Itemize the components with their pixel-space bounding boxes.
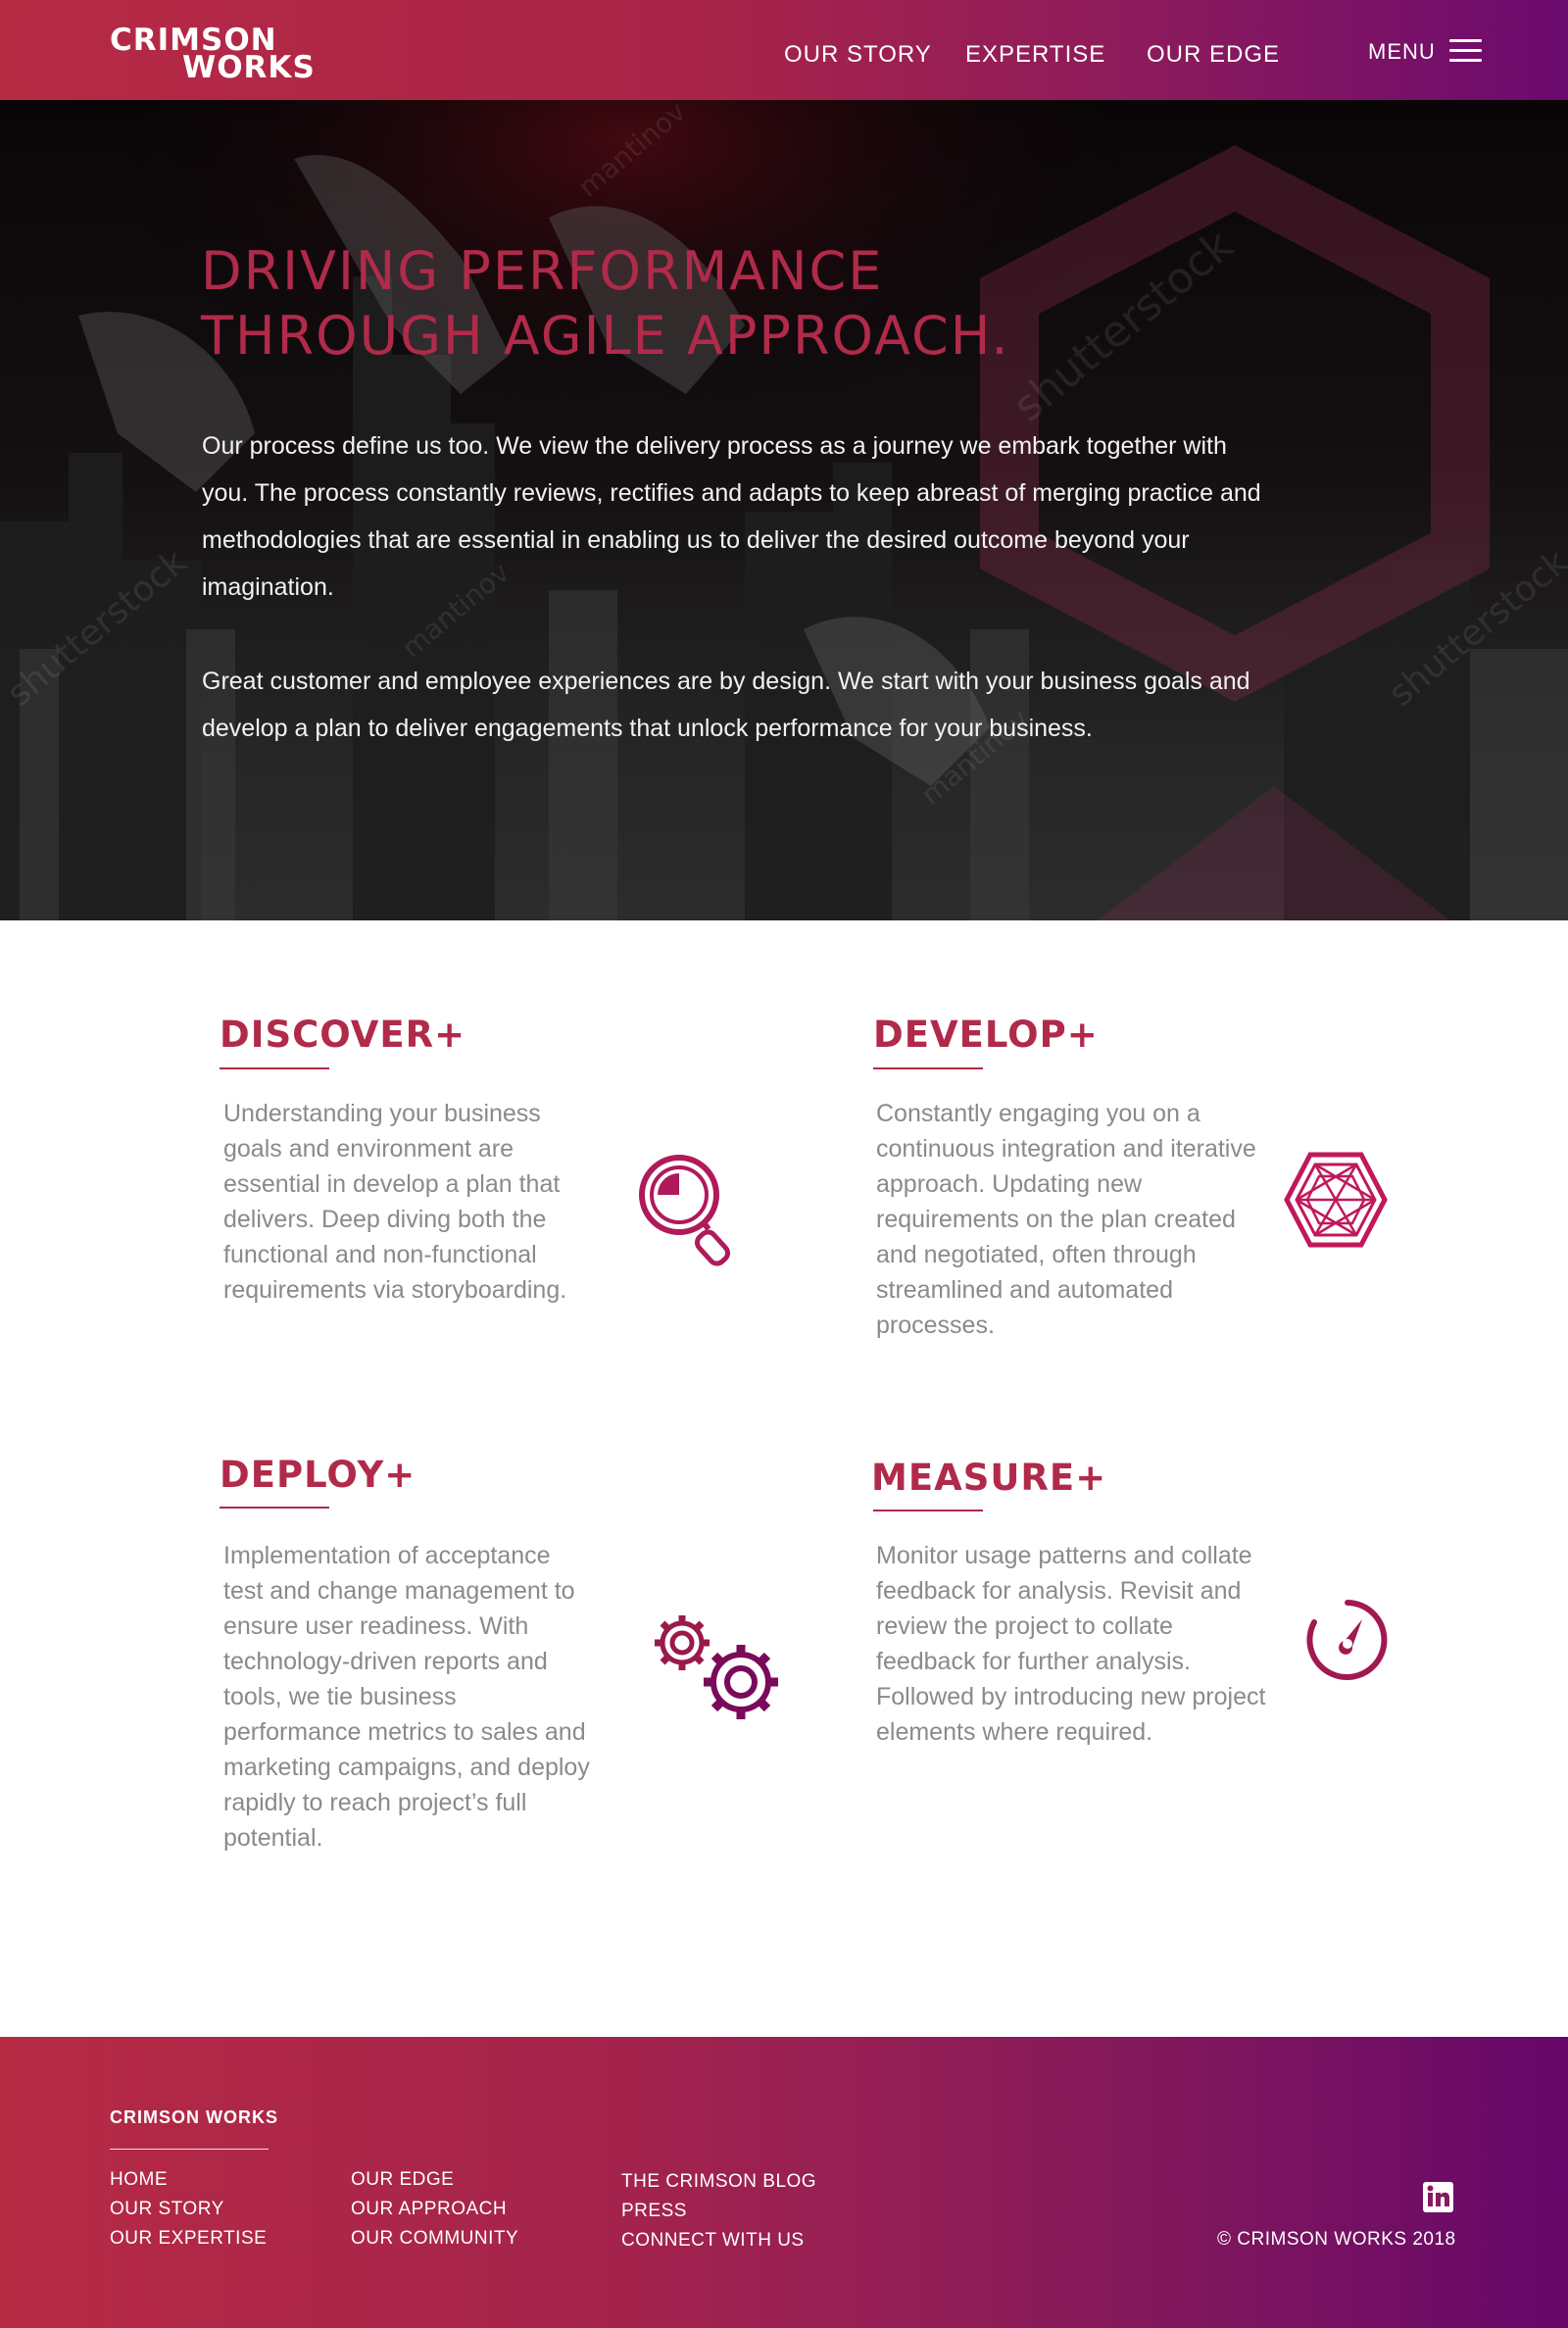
service-description: Understanding your business goals and en…	[223, 1100, 567, 1304]
hero-paragraph-1: Our process define us too. We view the d…	[202, 432, 1261, 601]
hero-title: DRIVING PERFORMANCE THROUGH AGILE APPROA…	[201, 239, 1010, 369]
logo-line2: WORKS	[182, 50, 316, 85]
hero-title-line2: THROUGH AGILE APPROACH.	[201, 305, 1010, 367]
nav-our-story[interactable]: OUR STORY	[784, 41, 932, 69]
hero-title-line1: DRIVING PERFORMANCE	[201, 240, 884, 302]
footer-links-col3: THE CRIMSON BLOG PRESS CONNECT WITH US	[621, 2167, 816, 2255]
service-divider	[220, 1067, 329, 1069]
footer-link-press[interactable]: PRESS	[621, 2197, 816, 2226]
hexagon-network-icon	[1284, 1152, 1388, 1248]
site-header: CRIMSON WORKS OUR STORY EXPERTISE OUR ED…	[0, 0, 1568, 100]
service-description: Constantly engaging you on a continuous …	[876, 1100, 1256, 1339]
linkedin-icon[interactable]	[1423, 2182, 1453, 2212]
service-description: Monitor usage patterns and collate feedb…	[876, 1542, 1266, 1746]
service-description: Implementation of acceptance test and ch…	[223, 1542, 590, 1852]
nav-our-edge[interactable]: OUR EDGE	[1147, 41, 1280, 69]
footer-link-our-community[interactable]: OUR COMMUNITY	[351, 2224, 518, 2254]
logo[interactable]: CRIMSON WORKS	[110, 25, 316, 83]
footer-link-our-story[interactable]: OUR STORY	[110, 2195, 267, 2224]
service-title: DEVELOP+	[873, 1014, 1099, 1056]
footer-link-our-approach[interactable]: OUR APPROACH	[351, 2195, 518, 2224]
service-divider	[873, 1510, 983, 1511]
gears-icon	[655, 1615, 778, 1719]
hero-paragraph-2: Great customer and employee experiences …	[202, 668, 1250, 742]
footer-links-col2: OUR EDGE OUR APPROACH OUR COMMUNITY	[351, 2165, 518, 2254]
nav-expertise[interactable]: EXPERTISE	[965, 41, 1105, 69]
footer-link-our-edge[interactable]: OUR EDGE	[351, 2165, 518, 2195]
site-footer: CRIMSON WORKS HOME OUR STORY OUR EXPERTI…	[0, 2037, 1568, 2328]
hamburger-icon[interactable]	[1449, 39, 1482, 63]
footer-links-col1: HOME OUR STORY OUR EXPERTISE	[110, 2165, 267, 2254]
service-divider	[873, 1067, 983, 1069]
footer-divider	[110, 2149, 269, 2150]
magnifier-icon	[639, 1155, 731, 1266]
footer-link-our-expertise[interactable]: OUR EXPERTISE	[110, 2224, 267, 2254]
menu-label[interactable]: MENU	[1368, 39, 1436, 65]
gauge-icon	[1306, 1600, 1388, 1680]
footer-brand: CRIMSON WORKS	[110, 2107, 278, 2127]
service-title: DISCOVER+	[220, 1014, 466, 1056]
service-title: DEPLOY+	[220, 1454, 416, 1496]
footer-link-connect[interactable]: CONNECT WITH US	[621, 2226, 816, 2255]
copyright-text: © CRIMSON WORKS 2018	[1217, 2229, 1456, 2250]
service-divider	[220, 1507, 329, 1509]
service-title: MEASURE+	[871, 1457, 1107, 1499]
hero-section: mantinov shutterstock mantinov mantinov …	[0, 100, 1568, 920]
footer-link-blog[interactable]: THE CRIMSON BLOG	[621, 2167, 816, 2197]
footer-link-home[interactable]: HOME	[110, 2165, 267, 2195]
